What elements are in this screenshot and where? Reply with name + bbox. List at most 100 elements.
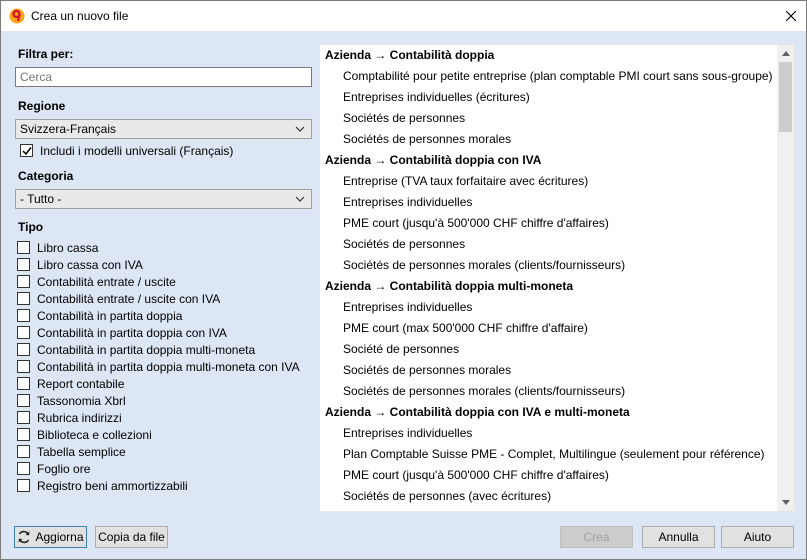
type-option-row[interactable]: Rubrica indirizzi bbox=[17, 409, 122, 426]
type-option-row[interactable]: Foglio ore bbox=[17, 460, 90, 477]
category-label: Categoria bbox=[18, 169, 74, 183]
type-option-label: Contabilità in partita doppia bbox=[37, 308, 183, 323]
template-item[interactable]: Sociétés de personnes morales (clients/f… bbox=[320, 255, 778, 276]
type-option-label: Libro cassa con IVA bbox=[37, 257, 143, 272]
template-item[interactable]: Entreprises individuelles bbox=[320, 192, 778, 213]
type-option-checkbox[interactable] bbox=[17, 462, 30, 475]
type-option-row[interactable]: Tabella semplice bbox=[17, 443, 126, 460]
template-item[interactable]: PME court (jusqu'à 500'000 CHF chiffre d… bbox=[320, 465, 778, 486]
create-button[interactable]: Crea bbox=[560, 526, 633, 548]
type-option-label: Tassonomia Xbrl bbox=[37, 393, 126, 408]
template-item[interactable]: Entreprise (TVA taux forfaitaire avec éc… bbox=[320, 171, 778, 192]
type-option-row[interactable]: Contabilità entrate / uscite con IVA bbox=[17, 290, 220, 307]
filter-label: Filtra per: bbox=[18, 47, 74, 61]
type-option-row[interactable]: Libro cassa bbox=[17, 239, 98, 256]
type-option-label: Contabilità entrate / uscite con IVA bbox=[37, 291, 221, 306]
type-option-row[interactable]: Contabilità entrate / uscite bbox=[17, 273, 176, 290]
region-select[interactable]: Svizzera-Français bbox=[15, 119, 312, 139]
category-selected-value: - Tutto - bbox=[20, 192, 62, 206]
template-list[interactable]: Azienda → Contabilità doppia Comptabilité… bbox=[319, 44, 795, 512]
vertical-scrollbar[interactable] bbox=[777, 45, 794, 511]
type-option-row[interactable]: Contabilità in partita doppia bbox=[17, 307, 182, 324]
close-button[interactable] bbox=[776, 1, 806, 31]
region-selected-value: Svizzera-Français bbox=[20, 122, 117, 136]
type-option-label: Biblioteca e collezioni bbox=[37, 427, 152, 442]
template-item[interactable]: Sociétés de personnes morales bbox=[320, 360, 778, 381]
type-option-checkbox[interactable] bbox=[17, 445, 30, 458]
scroll-up-arrow-icon[interactable] bbox=[777, 45, 794, 62]
type-option-checkbox[interactable] bbox=[17, 377, 30, 390]
type-option-checkbox[interactable] bbox=[17, 258, 30, 271]
type-option-label: Contabilità entrate / uscite bbox=[37, 274, 176, 289]
type-option-checkbox[interactable] bbox=[17, 343, 30, 356]
type-option-label: Rubrica indirizzi bbox=[37, 410, 122, 425]
type-option-row[interactable]: Registro beni ammortizzabili bbox=[17, 477, 188, 494]
type-option-checkbox[interactable] bbox=[17, 428, 30, 441]
type-option-checkbox[interactable] bbox=[17, 326, 30, 339]
type-option-label: Report contabile bbox=[37, 376, 125, 391]
template-item[interactable]: Sociétés de personnes (avec écritures) bbox=[320, 486, 778, 507]
checkmark-icon bbox=[21, 146, 32, 155]
cancel-button[interactable]: Annulla bbox=[642, 526, 715, 548]
template-item[interactable]: Sociétés de personnes bbox=[320, 234, 778, 255]
type-option-row[interactable]: Tassonomia Xbrl bbox=[17, 392, 126, 409]
type-option-label: Libro cassa bbox=[37, 240, 99, 255]
type-option-checkbox[interactable] bbox=[17, 309, 30, 322]
template-item[interactable]: Comptabilité pour petite entreprise (pla… bbox=[320, 66, 778, 87]
type-option-row[interactable]: Contabilità in partita doppia con IVA bbox=[17, 324, 227, 341]
cancel-label: Annulla bbox=[658, 530, 699, 544]
template-item[interactable]: Sociétés de personnes bbox=[320, 108, 778, 129]
type-option-checkbox[interactable] bbox=[17, 360, 30, 373]
template-item[interactable]: Sociétés de personnes morales (clients/f… bbox=[320, 381, 778, 402]
template-item[interactable]: PME court (jusqu'à 500'000 CHF chiffre d… bbox=[320, 213, 778, 234]
type-option-label: Contabilità in partita doppia multi-mone… bbox=[37, 359, 300, 374]
template-group-header: Azienda → Contabilità doppia bbox=[325, 48, 495, 62]
universal-models-label: Includi i modelli universali (Français) bbox=[40, 143, 234, 158]
type-option-checkbox[interactable] bbox=[17, 241, 30, 254]
template-item[interactable]: PME court (max 500'000 CHF chiffre d'aff… bbox=[320, 318, 778, 339]
type-option-checkbox[interactable] bbox=[17, 275, 30, 288]
type-option-row[interactable]: Biblioteca e collezioni bbox=[17, 426, 152, 443]
category-select[interactable]: - Tutto - bbox=[15, 189, 312, 209]
type-option-row[interactable]: Contabilità in partita doppia multi-mone… bbox=[17, 341, 255, 358]
template-item[interactable]: Entreprises individuelles bbox=[320, 297, 778, 318]
type-option-row[interactable]: Contabilità in partita doppia multi-mone… bbox=[17, 358, 300, 375]
window-title: Crea un nuovo file bbox=[31, 9, 129, 23]
template-item[interactable]: Société de personnes bbox=[320, 339, 778, 360]
template-list-rows: Azienda → Contabilità doppia Comptabilité… bbox=[320, 45, 778, 507]
type-option-checkbox[interactable] bbox=[17, 479, 30, 492]
scroll-down-arrow-icon[interactable] bbox=[777, 494, 794, 511]
type-option-row[interactable]: Report contabile bbox=[17, 375, 124, 392]
template-group-header: Azienda → Contabilità doppia con IVA e m… bbox=[325, 405, 630, 419]
template-group-header: Azienda → Contabilità doppia con IVA bbox=[325, 153, 542, 167]
refresh-button[interactable]: Aggiorna bbox=[14, 526, 87, 548]
copy-from-file-label: Copia da file bbox=[98, 530, 165, 544]
template-group-header: Azienda → Contabilità doppia multi-monet… bbox=[325, 279, 574, 293]
close-icon bbox=[786, 11, 796, 21]
help-button[interactable]: Aiuto bbox=[721, 526, 794, 548]
chevron-down-icon bbox=[293, 122, 307, 136]
universal-models-checkbox[interactable] bbox=[20, 144, 33, 157]
type-option-checkbox[interactable] bbox=[17, 394, 30, 407]
type-option-checkbox[interactable] bbox=[17, 411, 30, 424]
chevron-down-icon bbox=[293, 192, 307, 206]
app-logo-icon bbox=[9, 8, 25, 24]
create-label: Crea bbox=[583, 530, 610, 544]
type-option-label: Registro beni ammortizzabili bbox=[37, 478, 188, 493]
scrollbar-thumb[interactable] bbox=[779, 62, 792, 132]
help-label: Aiuto bbox=[743, 530, 772, 544]
refresh-icon bbox=[18, 530, 30, 544]
type-option-checkbox[interactable] bbox=[17, 292, 30, 305]
type-label: Tipo bbox=[18, 220, 44, 234]
type-option-label: Tabella semplice bbox=[37, 444, 126, 459]
template-item[interactable]: Plan Comptable Suisse PME - Complet, Mul… bbox=[320, 444, 778, 465]
copy-from-file-button[interactable]: Copia da file bbox=[95, 526, 168, 548]
type-option-label: Contabilità in partita doppia con IVA bbox=[37, 325, 227, 340]
type-option-row[interactable]: Libro cassa con IVA bbox=[17, 256, 143, 273]
search-input[interactable] bbox=[15, 67, 312, 87]
template-item[interactable]: Entreprises individuelles (écritures) bbox=[320, 87, 778, 108]
type-option-label: Contabilità in partita doppia multi-mone… bbox=[37, 342, 256, 357]
universal-models-checkbox-row[interactable]: Includi i modelli universali (Français) bbox=[20, 142, 233, 159]
template-item[interactable]: Sociétés de personnes morales bbox=[320, 129, 778, 150]
template-item[interactable]: Entreprises individuelles bbox=[320, 423, 778, 444]
